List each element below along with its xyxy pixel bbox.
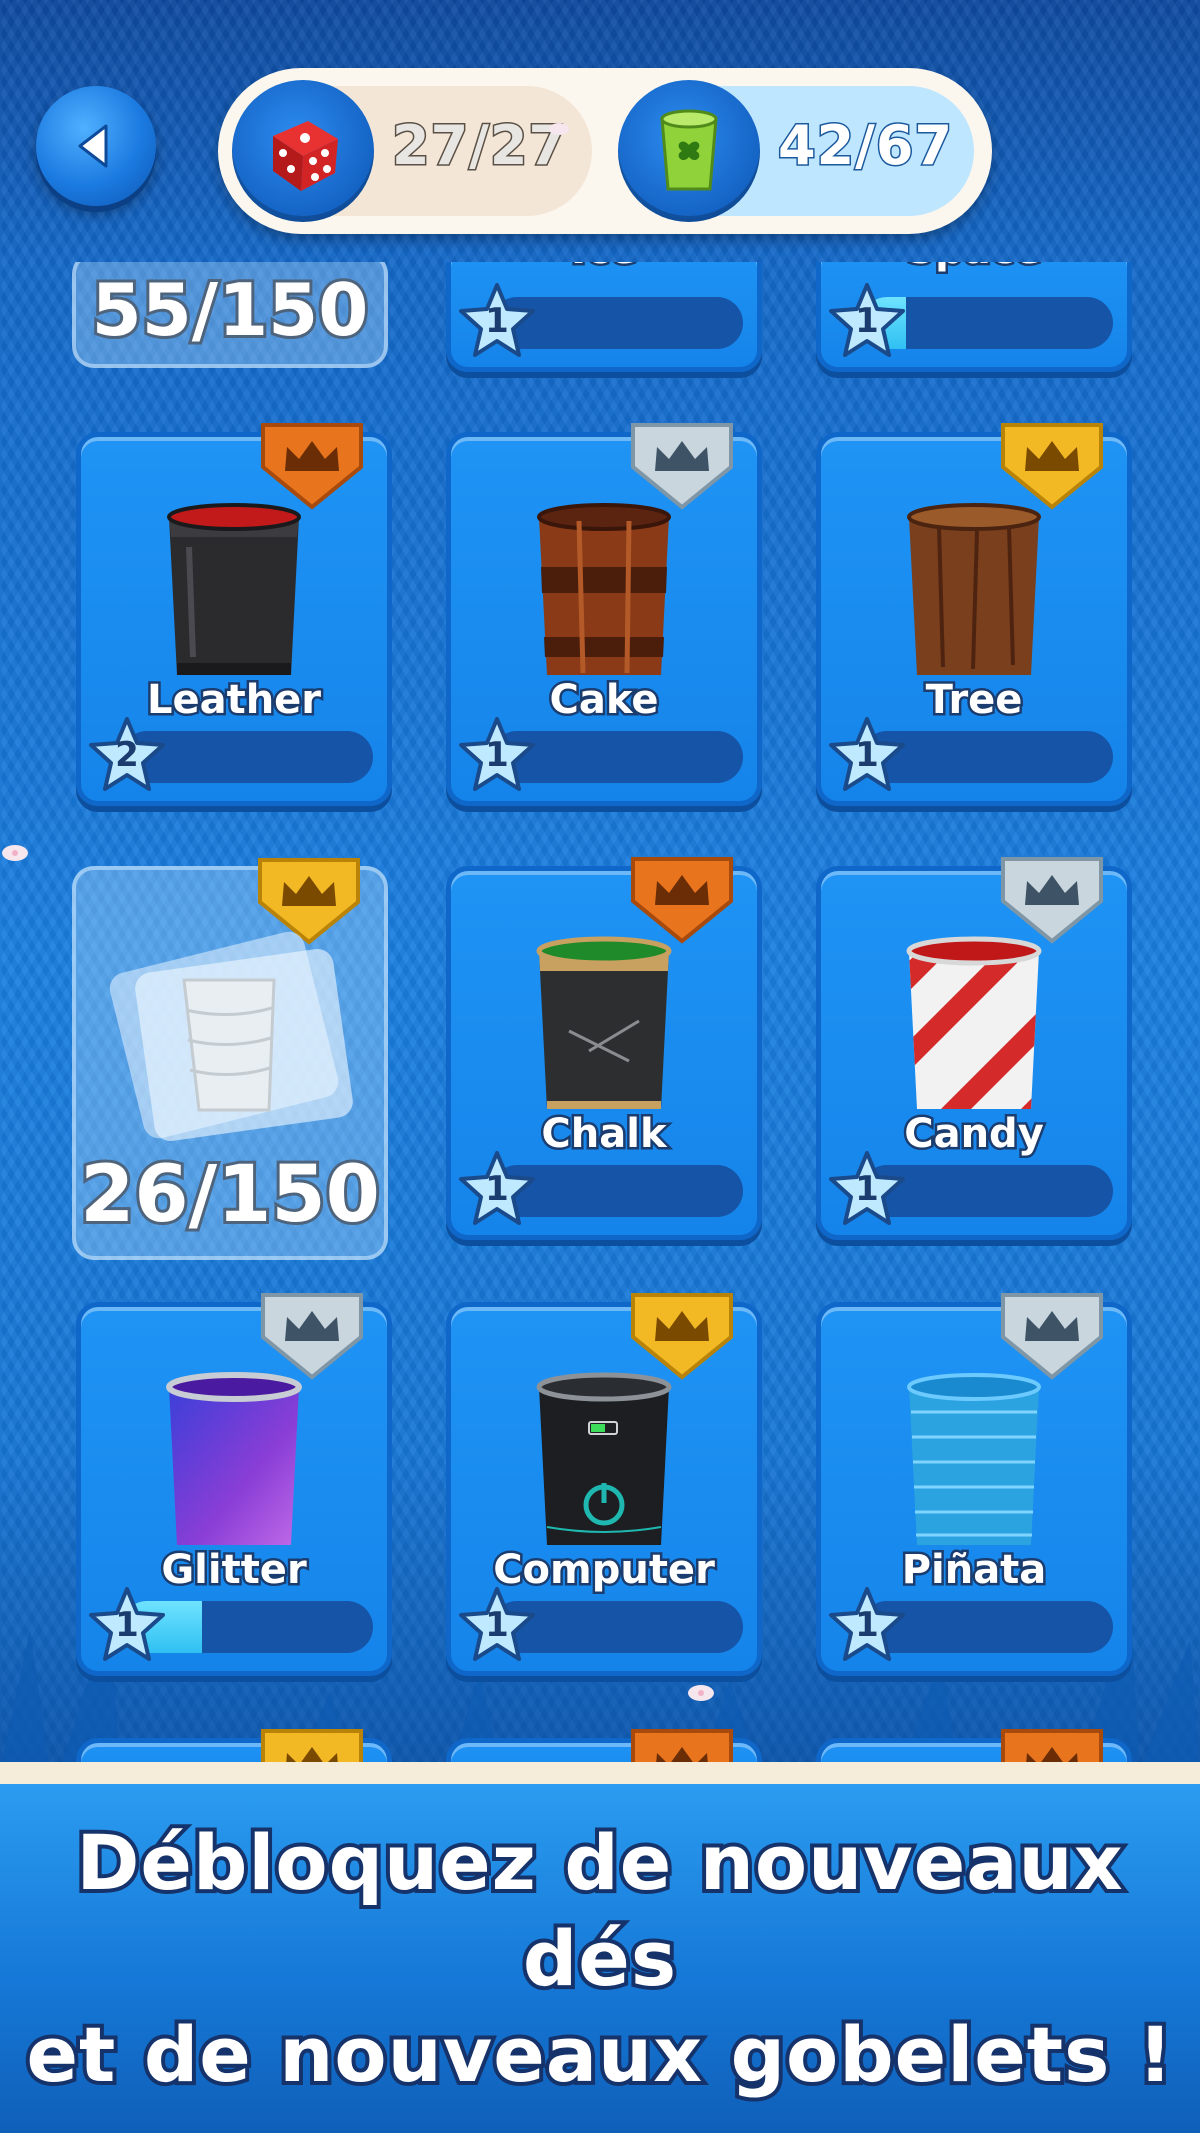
cup-card-chalk[interactable]: Chalk 1 <box>446 857 762 1240</box>
level-number: 2 <box>115 735 139 775</box>
level-star-icon: 1 <box>457 1149 537 1229</box>
promo-text-line-2: et de nouveaux gobelets ! <box>23 2006 1177 2103</box>
level-star-icon: 1 <box>457 715 537 795</box>
tree-cup-image <box>907 503 1041 675</box>
cup-icon <box>618 80 760 222</box>
cake-cup-image <box>537 503 671 675</box>
cup-count: 42/67 <box>776 113 954 179</box>
level-number: 1 <box>855 735 879 775</box>
level-number: 1 <box>855 1605 879 1645</box>
level-number: 1 <box>855 301 879 341</box>
cup-card-candy[interactable]: Candy 1 <box>816 857 1132 1240</box>
cup-card-space[interactable]: Space 1 <box>816 262 1132 372</box>
candy-cup-image <box>906 936 1042 1109</box>
cup-counter: 42/67 <box>618 80 974 222</box>
promo-banner: Débloquez de nouveaux dés et de nouveaux… <box>0 1784 1200 2133</box>
gold-crown-badge-icon <box>261 1729 363 1762</box>
cup-card-partial[interactable] <box>446 1729 762 1762</box>
leather-cup-image <box>167 503 301 675</box>
cup-card-pinata[interactable]: Piñata 1 <box>816 1293 1132 1676</box>
level-star-icon: 1 <box>827 715 907 795</box>
dice-count: 27/27 <box>390 113 568 179</box>
level-number: 1 <box>485 301 509 341</box>
level-star-icon: 2 <box>87 715 167 795</box>
petal-decoration-icon <box>549 123 569 135</box>
locked-cup-card[interactable]: 26/150 <box>72 858 388 1260</box>
level-number: 1 <box>485 1605 509 1645</box>
dice-counter: 27/27 <box>232 80 592 222</box>
level-star-icon: 1 <box>87 1585 167 1665</box>
locked-progress-count: 26/150 <box>77 1147 383 1243</box>
locked-cup-card[interactable]: 55/150 <box>72 262 388 368</box>
level-number: 1 <box>485 1169 509 1209</box>
level-star-icon: 1 <box>827 1585 907 1665</box>
cup-card-partial[interactable] <box>76 1729 392 1762</box>
cup-card-ice[interactable]: Ice 1 <box>446 262 762 372</box>
cup-card-glitter[interactable]: Glitter 1 <box>76 1293 392 1676</box>
locked-progress-count: 55/150 <box>89 265 372 355</box>
cup-name: Ice <box>451 262 757 276</box>
cup-card-computer[interactable]: Computer 1 <box>446 1293 762 1676</box>
level-number: 1 <box>485 735 509 775</box>
promo-text-line-1: Débloquez de nouveaux dés <box>72 1814 1126 2007</box>
level-star-icon: 1 <box>457 1585 537 1665</box>
level-star-icon: 1 <box>827 281 907 361</box>
chalk-cup-image <box>536 936 672 1109</box>
banner-divider <box>0 1762 1200 1784</box>
cup-collection-grid: 55/150 Ice 1 Space 1 Leather <box>0 262 1200 1762</box>
cup-name: Space <box>821 262 1127 276</box>
cup-card-leather[interactable]: Leather 2 <box>76 423 392 806</box>
cup-card-cake[interactable]: Cake 1 <box>446 423 762 806</box>
computer-cup-image <box>536 1372 672 1545</box>
petal-decoration-icon <box>2 845 28 861</box>
resource-bar: 27/27 42/67 <box>218 68 992 234</box>
level-number: 1 <box>855 1169 879 1209</box>
back-arrow-icon <box>78 124 108 168</box>
cup-card-partial[interactable] <box>816 1729 1132 1762</box>
level-star-icon: 1 <box>457 281 537 361</box>
pinata-cup-image <box>907 1373 1041 1545</box>
back-button[interactable] <box>36 86 156 206</box>
dice-icon <box>232 80 374 222</box>
petal-decoration-icon <box>688 1685 714 1701</box>
bronze-crown-badge-icon <box>1001 1729 1103 1762</box>
glitter-cup-image <box>166 1372 302 1545</box>
cup-card-tree[interactable]: Tree 1 <box>816 423 1132 806</box>
locked-cup-silhouette <box>109 931 353 1142</box>
bronze-crown-badge-icon <box>631 1729 733 1762</box>
level-number: 1 <box>115 1605 139 1645</box>
level-star-icon: 1 <box>827 1149 907 1229</box>
